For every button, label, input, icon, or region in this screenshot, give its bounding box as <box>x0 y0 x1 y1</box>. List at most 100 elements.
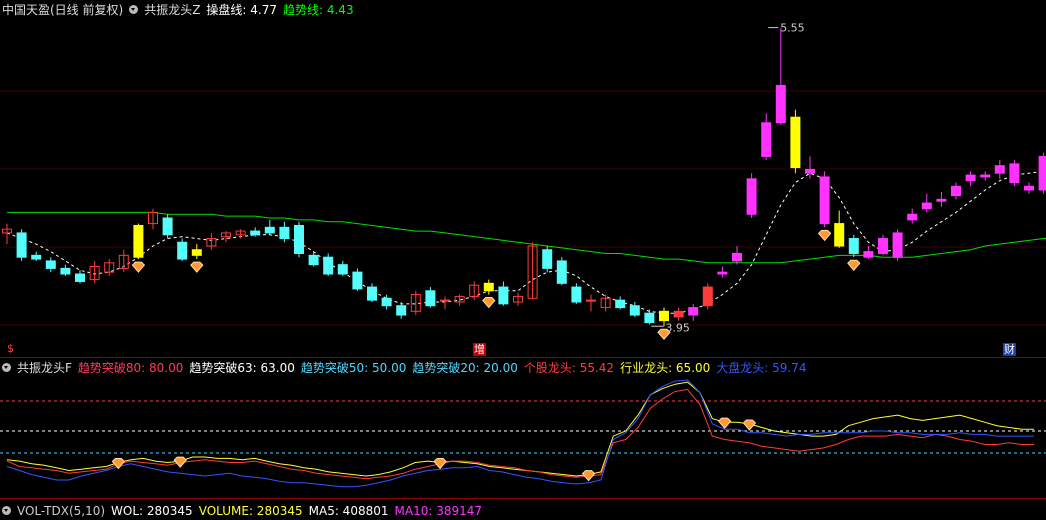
candle-body <box>571 286 582 303</box>
candle-body <box>31 254 42 260</box>
candle-body <box>746 178 757 215</box>
oscillator-chart[interactable] <box>0 378 1046 498</box>
candle-body <box>483 282 494 292</box>
candle-body <box>629 305 640 316</box>
diamond-signal-icon <box>817 229 832 242</box>
candle-body <box>440 299 450 302</box>
candle-body <box>323 256 334 275</box>
diamond-signal-icon <box>433 457 447 470</box>
candle-body <box>381 297 392 307</box>
candle-body <box>45 260 56 269</box>
candle-body <box>337 264 348 275</box>
candle-body <box>396 305 407 316</box>
candle-body <box>673 310 684 318</box>
candle-body <box>16 232 27 258</box>
operation-line <box>6 170 1046 314</box>
panel-separator-2[interactable] <box>0 498 1046 499</box>
sub-legend-item-1: 趋势突破63: 63.00 <box>189 361 295 375</box>
diamond-signal-icon <box>173 456 187 468</box>
candle-body <box>980 174 991 178</box>
candle-body <box>498 286 509 305</box>
oscillator-line <box>6 379 1034 488</box>
candle-body <box>264 226 275 234</box>
diamond-signal-icon <box>847 259 861 271</box>
sub-header: 共振龙头F 趋势突破80: 80.00 趋势突破63: 63.00 趋势突破50: 5… <box>2 359 819 377</box>
panel-separator[interactable] <box>0 357 1046 358</box>
candle-body <box>308 254 319 266</box>
sub-legend-item-2: 趋势突破50: 50.00 <box>300 361 407 375</box>
candle-body <box>907 213 918 221</box>
candle-body <box>921 202 932 210</box>
candle-body <box>542 249 553 269</box>
candle-body <box>848 238 859 254</box>
candle-body <box>965 174 976 182</box>
candle-body <box>936 198 947 202</box>
candle-body <box>1024 185 1034 191</box>
sub-legend-item-6: 大盘龙头: 59.74 <box>716 361 807 375</box>
candle-body <box>732 252 742 262</box>
candle-body <box>75 273 85 282</box>
vol-indicator-menu-icon[interactable] <box>2 506 11 515</box>
candle-body <box>352 271 363 290</box>
candle-body <box>878 238 888 254</box>
diamond-signal-icon <box>742 419 757 431</box>
candle-body <box>805 168 815 174</box>
middle-marker[interactable]: 增 <box>473 343 486 356</box>
candle-body <box>702 286 713 307</box>
sub-legend-item-0: 趋势突破80: 80.00 <box>77 361 184 375</box>
sub-indicator-name[interactable]: 共振龙头F <box>17 361 72 375</box>
diamond-signal-icon <box>131 261 146 273</box>
candle-body <box>177 241 188 260</box>
candle-body <box>60 267 71 275</box>
trend-line-label: 趋势线: 4.43 <box>283 3 354 17</box>
candle-body <box>133 224 144 258</box>
candle-body <box>892 232 903 258</box>
diamond-signal-icon <box>482 297 496 309</box>
candle-body <box>162 217 173 236</box>
candle-body <box>659 310 669 322</box>
candle-body <box>994 165 1005 174</box>
candle-body <box>294 224 304 254</box>
candle-body <box>717 271 728 275</box>
indicator-menu-icon[interactable] <box>129 5 139 14</box>
main-header: 中国天盈(日线 前复权) 共振龙头Z 操盘线: 4.77 趋势线: 4.43 <box>2 1 360 19</box>
main-indicator-name[interactable]: 共振龙头Z <box>144 3 200 17</box>
high-price-label: 5.55 <box>780 22 805 35</box>
candle-body <box>834 223 845 247</box>
sub-legend-item-5: 行业龙头: 65.00 <box>620 361 711 375</box>
candle-body <box>688 307 699 316</box>
left-marker[interactable]: $ <box>6 342 15 355</box>
candle-body <box>279 226 290 240</box>
right-marker[interactable]: 财 <box>1003 343 1016 356</box>
sub-indicator-menu-icon[interactable] <box>2 363 11 372</box>
candlestick-chart[interactable]: 5.55 3.95 <box>0 18 1046 358</box>
candle-body <box>1009 163 1020 184</box>
candle-body <box>863 251 874 258</box>
sub-legend-item-3: 趋势突破20: 20.00 <box>412 361 518 375</box>
candle-body <box>191 249 202 256</box>
candle-body <box>250 230 261 236</box>
candle-body <box>819 176 830 225</box>
oscillator-line <box>6 388 1034 480</box>
candle-body <box>775 84 786 124</box>
candle-body <box>761 122 772 157</box>
candle-body <box>425 290 436 307</box>
candle-body <box>586 299 596 302</box>
candle-body <box>615 299 626 309</box>
vol-header: VOL-TDX(5,10) WOL: 280345 VOLUME: 280345 MA… <box>2 502 494 520</box>
diamond-signal-icon <box>190 261 204 273</box>
diamond-signal-icon <box>581 470 596 482</box>
candle-body <box>790 116 801 169</box>
candle-body <box>367 286 377 301</box>
diamond-signal-icon <box>111 457 126 470</box>
candle-body <box>1038 155 1046 191</box>
stock-title[interactable]: 中国天盈(日线 前复权) <box>2 3 123 17</box>
sub-legend-item-4: 个股龙头: 55.42 <box>523 361 615 375</box>
diamond-signal-icon <box>717 417 732 429</box>
oscillator-line <box>6 381 1034 477</box>
candle-body <box>951 185 961 197</box>
candle-body <box>644 312 655 324</box>
operation-line-label: 操盘线: 4.77 <box>206 3 277 17</box>
low-price-label: 3.95 <box>665 321 690 334</box>
candle-body <box>556 260 567 284</box>
